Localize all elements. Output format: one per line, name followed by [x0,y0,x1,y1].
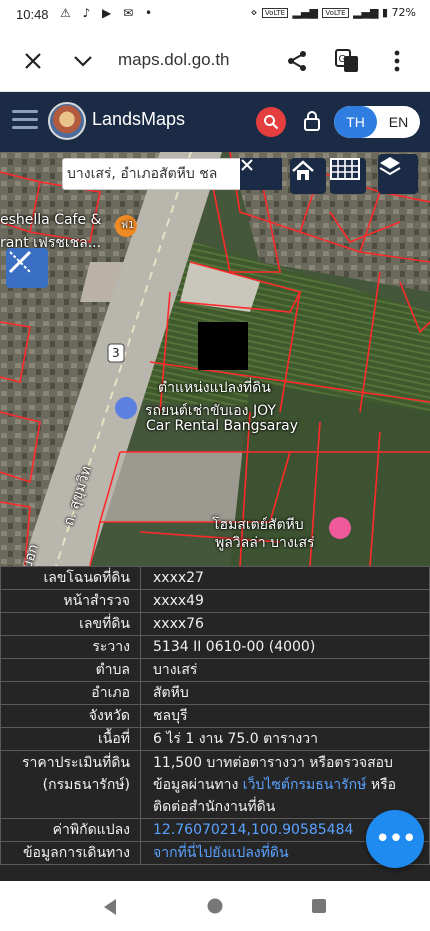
row-value: xxxx76 [140,612,430,636]
svg-text:G: G [339,54,347,65]
dol-logo [48,102,86,140]
status-time: 10:48 [16,7,49,22]
map-view[interactable]: ฟ1 eshella Cafe & rant เฟรชเชล... 3 ตำแห… [0,152,430,566]
row-value: xxxx49 [140,589,430,613]
table-row: อำเภอ สัตหีบ [0,681,430,705]
browser-toolbar: maps.dol.go.th G [0,30,430,92]
row-value: สัตหีบ [140,681,430,705]
parcel-location-label: ตำแหน่งแปลงที่ดิน [158,380,271,396]
ruler-pencil-icon [8,250,32,274]
app-header: LandsMaps TH EN [0,92,430,152]
layers-icon [379,157,401,176]
row-value: xxxx27 [140,566,430,590]
more-vert-icon [394,50,400,72]
homestay-label-2: พูลวิลล่า บางเสร่ [215,535,315,551]
search-icon [264,115,279,130]
coords-key: ค่าพิกัดแปลง [0,818,141,842]
row-key: จังหวัด [0,704,141,728]
share-icon [288,51,306,71]
row-key: หน้าสำรวจ [0,589,141,613]
row-key: อำเภอ [0,681,141,705]
login-button[interactable] [302,110,324,134]
search-button[interactable] [256,107,286,137]
row-key: เลขโฉนดที่ดิน [0,566,141,590]
price-key-line1: ราคาประเมินที่ดิน [21,755,130,771]
close-icon [25,53,41,69]
system-nav-bar [0,881,430,931]
table-row-price: ราคาประเมินที่ดิน (กรมธนารักษ์) 11,500 บ… [0,750,430,819]
draw-tool-button[interactable] [6,248,48,288]
home-icon [292,160,314,180]
price-line2-post: หรือ [366,777,396,793]
more-menu-button[interactable] [380,44,414,78]
car-rental-label-en: Car Rental Bangsaray [146,418,298,434]
close-tab-button[interactable] [16,44,50,78]
notification-icons: ⚠ ♪ ▶ ✉ • [60,6,157,20]
location-search-input[interactable] [67,166,239,182]
signal-icon: ▂▄▆ [292,6,318,19]
volte-badge: VoLTE [261,8,289,18]
grid-sheet-button[interactable] [330,158,366,194]
grid-icon [330,158,360,180]
row-value: 6 ไร่ 1 งาน 75.0 ตารางวา [140,727,430,751]
lang-en-option[interactable]: EN [377,106,420,138]
table-row: เลขที่ดิน xxxx76 [0,612,430,636]
home-nav-icon[interactable] [207,898,223,914]
clear-search-button[interactable] [240,158,282,190]
directions-key: ข้อมูลการเดินทาง [0,841,141,865]
row-key: ตำบล [0,658,141,682]
translate-icon: G [335,49,358,72]
signal-icon-2: ▂▄▆ [353,6,379,19]
row-value: 5134 II 0610-00 (4000) [140,635,430,659]
share-button[interactable] [280,44,314,78]
menu-icon[interactable] [12,110,38,130]
table-row: เนื้อที่ 6 ไร่ 1 งาน 75.0 ตารางวา [0,727,430,751]
price-value: 11,500 บาทต่อตารางวา หรือตรวจสอบ ข้อมูลผ… [140,750,430,819]
more-actions-button[interactable]: ••• [366,810,424,868]
parcel-info-table: เลขโฉนดที่ดิน xxxx27 หน้าสำรวจ xxxx49 เลขท… [0,566,430,865]
brand-name: LandsMaps [92,109,186,129]
table-row: เลขโฉนดที่ดิน xxxx27 [0,566,430,590]
system-icons: ⋄ VoLTE ▂▄▆ VoLTE ▂▄▆ ▮ 72% [250,6,416,19]
fuel-marker-label: ฟ1 [121,220,135,231]
table-row-directions: ข้อมูลการเดินทาง จากที่นี่ไปยังแปลงที่ดิ… [0,841,430,865]
status-bar: 10:48 ⚠ ♪ ▶ ✉ • ⋄ VoLTE ▂▄▆ VoLTE ▂▄▆ ▮ … [0,0,430,30]
price-key-line2: (กรมธนารักษ์) [42,777,130,793]
row-value: บางเสร่ [140,658,430,682]
price-line2-pre: ข้อมูลผ่านทาง [153,777,243,793]
route-shield: 3 [112,346,120,360]
back-icon[interactable] [102,898,118,916]
battery-icon: ▮ [381,6,389,19]
row-key: เนื้อที่ [0,727,141,751]
volte-badge-2: VoLTE [322,8,349,18]
home-button[interactable] [290,158,326,194]
price-key: ราคาประเมินที่ดิน (กรมธนารักษ์) [0,750,141,819]
translate-button[interactable]: G [330,44,364,78]
close-icon [241,159,253,171]
price-line2: ข้อมูลผ่านทาง เว็บไซต์กรมธนารักษ์ หรือ [153,774,419,796]
row-key: เลขที่ดิน [0,612,141,636]
language-toggle[interactable]: TH EN [334,106,420,138]
url-bar[interactable]: maps.dol.go.th [118,50,230,70]
cafe-label: eshella Cafe & [0,212,102,228]
treasury-website-link[interactable]: เว็บไซต์กรมธนารักษ์ [243,777,367,793]
price-line1: 11,500 บาทต่อตารางวา หรือตรวจสอบ [153,755,393,771]
battery-level: 72% [391,6,416,19]
table-row: ตำบล บางเสร่ [0,658,430,682]
layers-button[interactable] [378,154,418,194]
recents-icon[interactable] [311,898,327,914]
lang-th-option[interactable]: TH [334,106,377,138]
row-key: ระวาง [0,635,141,659]
table-row: หน้าสำรวจ xxxx49 [0,589,430,613]
bluetooth-icon: ⋄ [250,6,258,19]
chevron-down-icon [74,56,92,67]
table-row: ระวาง 5134 II 0610-00 (4000) [0,635,430,659]
table-row: จังหวัด ชลบุรี [0,704,430,728]
dropdown-button[interactable] [66,44,100,78]
row-value: ชลบุรี [140,704,430,728]
lock-icon [304,111,320,131]
